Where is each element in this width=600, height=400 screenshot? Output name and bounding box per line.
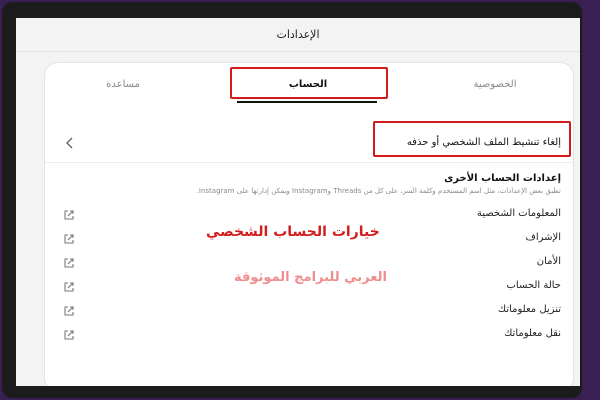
tab-account-highlight	[230, 67, 388, 99]
deactivate-highlight	[373, 121, 571, 157]
chevron-left-icon	[66, 137, 73, 149]
external-link-icon	[64, 234, 74, 244]
external-link-icon	[64, 258, 74, 268]
tab-help[interactable]: مساعدة	[63, 79, 183, 90]
list-item-label: الإشراف	[525, 232, 561, 243]
tab-privacy[interactable]: الخصوصية	[435, 79, 555, 90]
external-link-icon	[64, 282, 74, 292]
page-title: الإعدادات	[16, 18, 580, 52]
watermark-overlay: العربي للبرامج الموثوقة	[234, 270, 387, 285]
external-link-icon	[64, 330, 74, 340]
list-item-label: المعلومات الشخصية	[476, 208, 561, 219]
settings-screen: الإعدادات الخصوصية الحساب مساعدة إلغاء ت…	[16, 18, 580, 386]
external-link-icon	[64, 306, 74, 316]
other-settings-description: تطبق بعض الإعدادات، مثل اسم المستخدم وكل…	[196, 187, 561, 195]
device-frame: الإعدادات الخصوصية الحساب مساعدة إلغاء ت…	[2, 2, 582, 398]
active-tab-indicator	[237, 101, 377, 103]
caption-overlay: خيارات الحساب الشخصي	[206, 224, 380, 240]
list-item-download-info[interactable]: تنزيل معلوماتك	[45, 299, 573, 323]
list-item-label: حالة الحساب	[506, 280, 561, 291]
list-item-label: نقل معلوماتك	[504, 328, 561, 339]
list-item-label: تنزيل معلوماتك	[497, 304, 561, 315]
other-settings-title: إعدادات الحساب الأخرى	[444, 173, 561, 184]
list-item-transfer-info[interactable]: نقل معلوماتك	[45, 323, 573, 347]
external-link-icon	[64, 210, 74, 220]
list-item-label: الأمان	[536, 256, 561, 267]
